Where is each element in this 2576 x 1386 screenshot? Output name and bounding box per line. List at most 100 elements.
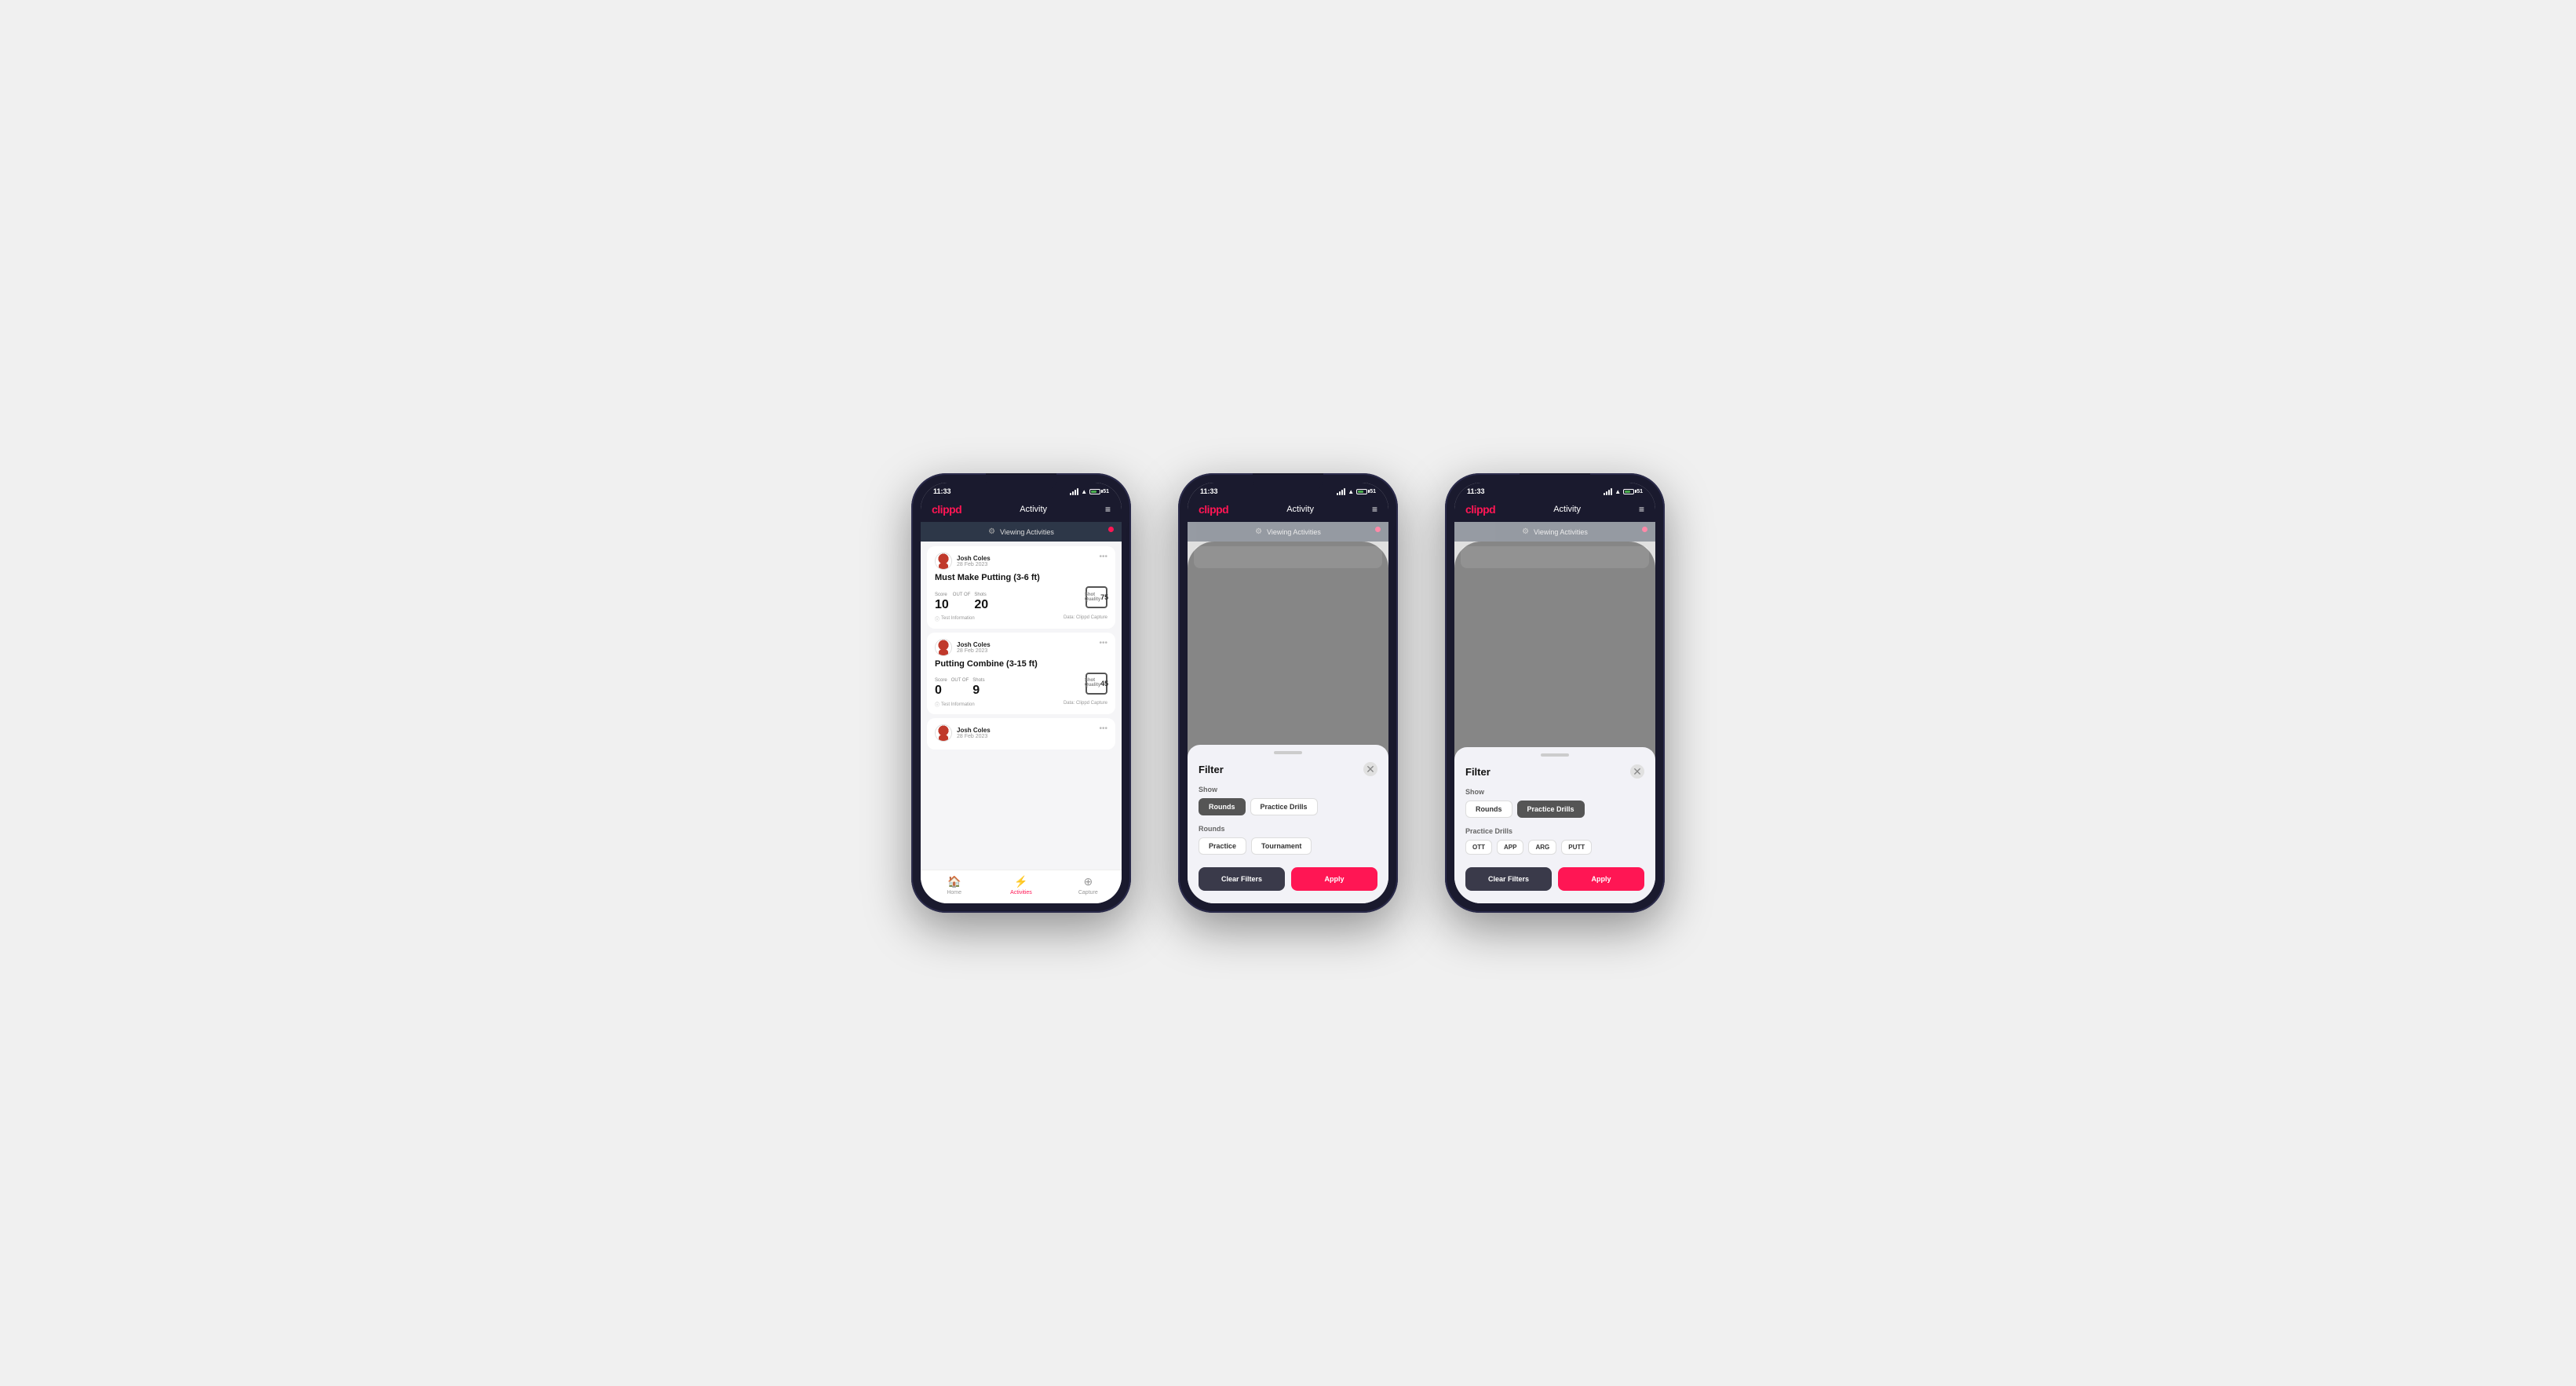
status-icons-1: ▲ 51 (1070, 488, 1109, 495)
avatar-inner-3 (936, 725, 951, 741)
viewing-bar-1[interactable]: ⚙ Viewing Activities (921, 522, 1122, 542)
battery-icon-2 (1356, 489, 1367, 494)
clear-filters-btn-3[interactable]: Clear Filters (1465, 867, 1552, 891)
phone-1: 11:33 ▲ 51 clippd (911, 473, 1131, 913)
nav-activities-1[interactable]: ⚡ Activities (987, 875, 1054, 895)
out-of-2: OUT OF (951, 678, 969, 683)
user-info-2: Josh Coles 28 Feb 2023 (935, 639, 991, 656)
viewing-bar-2: ⚙ Viewing Activities (1188, 522, 1388, 542)
avatar-3 (935, 724, 952, 742)
phones-container: 11:33 ▲ 51 clippd (911, 473, 1665, 913)
dimmed-bg-3: Filter ✕ Show Rounds Practice Drills Pra… (1454, 542, 1655, 903)
sq-value-2: 45 (1100, 680, 1108, 688)
header-title-2: Activity (1286, 505, 1314, 514)
ott-btn-3[interactable]: OTT (1465, 840, 1492, 855)
viewing-bar-text-1: Viewing Activities (1000, 528, 1054, 536)
nav-home-label-1: Home (947, 890, 961, 895)
menu-icon-3[interactable]: ≡ (1639, 504, 1644, 515)
status-icons-2: ▲ 51 (1337, 488, 1376, 495)
data-source-2: Data: Clippd Capture (1064, 701, 1107, 708)
notch-3 (1520, 473, 1590, 491)
practice-drills-btn-2[interactable]: Practice Drills (1250, 798, 1318, 815)
test-info-text-1: Test Information (941, 616, 975, 621)
battery-fill-3 (1625, 491, 1630, 493)
show-label-3: Show (1465, 788, 1644, 796)
nav-home-1[interactable]: 🏠 Home (921, 875, 987, 895)
show-label-2: Show (1199, 786, 1377, 793)
rounds-label-2: Rounds (1199, 825, 1377, 833)
shots-group-1: Shots 20 (974, 593, 988, 612)
user-date-3: 28 Feb 2023 (957, 734, 991, 739)
filter-overlay-2: Filter ✕ Show Rounds Practice Drills Rou… (1188, 542, 1388, 903)
menu-icon-1[interactable]: ≡ (1105, 504, 1111, 515)
test-info-1: ⓘ Test Information (935, 615, 975, 622)
app-header-3: clippd Activity ≡ (1454, 498, 1655, 522)
more-dots-3[interactable]: ••• (1099, 724, 1107, 733)
tournament-btn-2[interactable]: Tournament (1251, 837, 1312, 855)
apply-btn-3[interactable]: Apply (1558, 867, 1644, 891)
status-icons-3: ▲ 51 (1604, 488, 1643, 495)
user-name-1: Josh Coles (957, 555, 991, 562)
filter-icon-2: ⚙ (1255, 527, 1262, 536)
app-header-2: clippd Activity ≡ (1188, 498, 1388, 522)
more-dots-1[interactable]: ••• (1099, 553, 1107, 561)
score-value-1: 10 (935, 598, 949, 611)
viewing-bar-text-2: Viewing Activities (1267, 528, 1321, 536)
filter-icon-3: ⚙ (1522, 527, 1529, 536)
apply-btn-2[interactable]: Apply (1291, 867, 1377, 891)
wifi-icon-3: ▲ (1615, 488, 1621, 495)
activity-card-3: Josh Coles 28 Feb 2023 ••• (927, 718, 1115, 750)
show-buttons-2: Rounds Practice Drills (1199, 798, 1377, 815)
close-btn-3[interactable]: ✕ (1630, 764, 1644, 779)
wifi-icon-2: ▲ (1348, 488, 1354, 495)
user-details-1: Josh Coles 28 Feb 2023 (957, 555, 991, 567)
putt-btn-3[interactable]: PUTT (1561, 840, 1592, 855)
practice-round-btn-2[interactable]: Practice (1199, 837, 1246, 855)
card-header-1: Josh Coles 28 Feb 2023 ••• (935, 553, 1107, 570)
signal-bars-1 (1070, 488, 1078, 495)
red-dot-3 (1642, 527, 1647, 532)
shots-label-1: Shots (974, 593, 988, 597)
screen-1: 11:33 ▲ 51 clippd (921, 483, 1122, 903)
rounds-btn-3[interactable]: Rounds (1465, 801, 1512, 818)
clear-filters-btn-2[interactable]: Clear Filters (1199, 867, 1285, 891)
user-info-3: Josh Coles 28 Feb 2023 (935, 724, 991, 742)
drills-buttons-3: OTT APP ARG PUTT (1465, 840, 1644, 855)
avatar-inner-2 (936, 640, 951, 655)
more-dots-2[interactable]: ••• (1099, 639, 1107, 647)
filter-footer-2: Clear Filters Apply (1188, 861, 1388, 891)
battery-icon-3 (1623, 489, 1634, 494)
close-btn-2[interactable]: ✕ (1363, 762, 1377, 776)
filter-sheet-2: Filter ✕ Show Rounds Practice Drills Rou… (1188, 745, 1388, 903)
filter-sheet-3: Filter ✕ Show Rounds Practice Drills Pra… (1454, 747, 1655, 903)
practice-drills-btn-3[interactable]: Practice Drills (1517, 801, 1585, 818)
nav-capture-1[interactable]: ⊕ Capture (1055, 875, 1122, 895)
score-value-2: 0 (935, 684, 942, 697)
menu-icon-2[interactable]: ≡ (1372, 504, 1377, 515)
score-group-2: Score 0 (935, 678, 947, 698)
rounds-btn-2[interactable]: Rounds (1199, 798, 1246, 815)
signal-bar-1 (1070, 493, 1071, 495)
time-2: 11:33 (1200, 487, 1218, 495)
battery-pct-3: 51 (1636, 489, 1643, 494)
filter-title-2: Filter (1199, 764, 1224, 775)
arg-btn-3[interactable]: ARG (1528, 840, 1556, 855)
shot-quality-badge-1: Shot Quality 75 (1085, 586, 1107, 608)
card-header-3: Josh Coles 28 Feb 2023 ••• (935, 724, 1107, 742)
filter-title-3: Filter (1465, 766, 1491, 778)
score-label-1: Score (935, 593, 949, 597)
test-info-text-2: Test Information (941, 702, 975, 707)
rounds-buttons-2: Practice Tournament (1199, 837, 1377, 855)
app-btn-3[interactable]: APP (1497, 840, 1523, 855)
user-info-1: Josh Coles 28 Feb 2023 (935, 553, 991, 570)
drills-section-3: Practice Drills OTT APP ARG PUTT (1454, 824, 1655, 861)
shots-value-2: 9 (972, 684, 980, 697)
avatar-1 (935, 553, 952, 570)
score-group-1: Score 10 (935, 593, 949, 612)
avatar-inner-1 (936, 553, 951, 569)
sq-label-2: Shot Quality (1085, 678, 1100, 688)
signal-bar-3 (1075, 490, 1076, 495)
drills-label-3: Practice Drills (1465, 827, 1644, 835)
shots-label-2: Shots (972, 678, 984, 683)
battery-pct-1: 51 (1103, 489, 1109, 494)
